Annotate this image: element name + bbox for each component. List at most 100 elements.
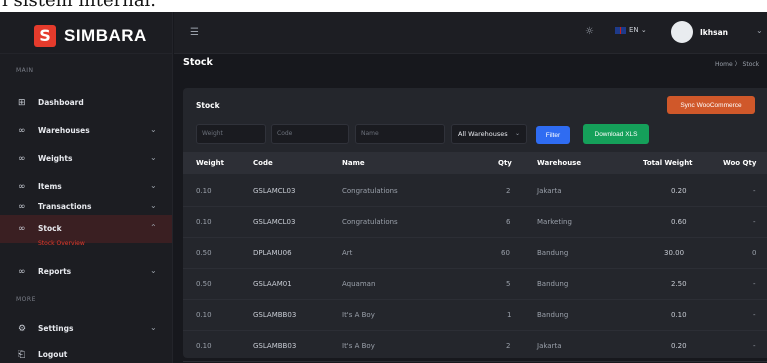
cell-name: Aquaman — [342, 280, 376, 288]
cell-qty: 60 — [501, 249, 510, 257]
breadcrumb[interactable]: Home 〉 Stock — [715, 59, 759, 68]
column-header-name[interactable]: Name — [342, 159, 365, 167]
cell-name: It's A Boy — [342, 311, 375, 319]
chevron-down-icon: ⌄ — [150, 323, 157, 332]
chevron-down-icon: ⌄ — [150, 125, 157, 134]
column-header-code[interactable]: Code — [253, 159, 273, 167]
logo-icon: S — [34, 25, 56, 47]
chevron-down-icon[interactable]: ⌄ — [756, 26, 763, 35]
chevron-up-icon: ⌃ — [150, 223, 157, 232]
cell-woo-qty: - — [753, 187, 756, 195]
table-row: 0.10 GSLAMCL03 Congratulations 2 Jakarta… — [183, 176, 767, 207]
document-text-strip: i sistem internal. — [0, 0, 767, 12]
cell-code: DPLAMU06 — [253, 249, 292, 257]
chevron-down-icon: ⌄ — [514, 130, 520, 137]
column-header-warehouse[interactable]: Warehouse — [537, 159, 581, 167]
cell-warehouse: Bandung — [537, 249, 569, 257]
cell-warehouse: Marketing — [537, 218, 572, 226]
sidebar-item-weights[interactable]: ∞ Weights ⌄ — [0, 145, 172, 173]
cell-weight: 0.50 — [196, 280, 212, 288]
cell-woo-qty: - — [753, 280, 756, 288]
items-icon: ∞ — [18, 182, 26, 192]
sidebar-item-label: Weights — [38, 154, 73, 163]
name-filter-input[interactable]: Name — [355, 124, 445, 144]
sidebar-item-label: Dashboard — [38, 98, 84, 107]
cell-qty: 1 — [507, 311, 512, 319]
sidebar-subitem-stock-overview[interactable]: Stock Overview — [38, 240, 85, 247]
weight-icon: ∞ — [18, 154, 26, 164]
user-name[interactable]: Ikhsan — [700, 28, 728, 37]
top-bar: ☰ ☼ EN ⌄ Ikhsan ⌄ — [174, 12, 767, 54]
sidebar-item-settings[interactable]: ⚙ Settings ⌄ — [0, 315, 172, 343]
code-filter-input[interactable]: Code — [271, 124, 349, 144]
sync-woocommerce-button[interactable]: Sync WooCommerce — [667, 96, 755, 114]
cell-warehouse: Jakarta — [537, 342, 562, 350]
chevron-down-icon: ⌄ — [150, 153, 157, 162]
sidebar-item-label: Items — [38, 182, 62, 191]
cell-code: GSLAMBB03 — [253, 342, 297, 350]
section-label-more: MORE — [16, 296, 36, 303]
cell-total-weight: 0.60 — [671, 218, 687, 226]
sidebar-item-logout[interactable]: ⎗ Logout — [0, 341, 172, 363]
warehouse-icon: ∞ — [18, 126, 26, 136]
cell-code: GSLAAM01 — [253, 280, 292, 288]
cell-weight: 0.10 — [196, 218, 212, 226]
cell-weight: 0.10 — [196, 342, 212, 350]
sidebar-item-warehouses[interactable]: ∞ Warehouses ⌄ — [0, 117, 172, 145]
cell-weight: 0.10 — [196, 311, 212, 319]
brand[interactable]: S SIMBARA — [0, 12, 173, 54]
menu-toggle-icon[interactable]: ☰ — [190, 27, 199, 38]
sidebar-item-label: Transactions — [38, 202, 92, 211]
chevron-down-icon: ⌄ — [150, 266, 157, 275]
uk-flag-icon — [615, 26, 626, 34]
avatar[interactable] — [671, 21, 693, 43]
cell-name: It's A Boy — [342, 342, 375, 350]
transactions-icon: ∞ — [18, 202, 26, 212]
theme-toggle-icon[interactable]: ☼ — [585, 26, 594, 37]
reports-icon: ∞ — [18, 267, 26, 277]
sidebar: S SIMBARA MAIN ⊞ Dashboard ∞ Warehouses … — [0, 12, 173, 363]
download-xls-button[interactable]: Download XLS — [583, 124, 649, 144]
column-header-total-weight[interactable]: Total Weight — [643, 159, 693, 167]
section-label-main: MAIN — [16, 67, 34, 74]
page-title: Stock — [183, 57, 213, 68]
cell-qty: 2 — [506, 187, 511, 195]
grid-icon: ⊞ — [18, 98, 26, 108]
cell-weight: 0.10 — [196, 187, 212, 195]
table-row: 0.10 GSLAMBB03 It's A Boy 2 Jakarta 0.20… — [183, 331, 767, 362]
filter-button[interactable]: Filter — [536, 126, 570, 144]
cell-warehouse: Bandung — [537, 311, 569, 319]
cell-qty: 2 — [506, 342, 511, 350]
table-row: 0.10 GSLAMCL03 Congratulations 6 Marketi… — [183, 207, 767, 238]
cell-code: GSLAMCL03 — [253, 218, 296, 226]
sidebar-item-stock[interactable]: ∞ Stock ⌃ — [0, 215, 172, 243]
chevron-down-icon: ⌄ — [150, 201, 157, 210]
cell-total-weight: 0.20 — [671, 187, 687, 195]
table-header: Weight Code Name Qty Warehouse Total Wei… — [183, 152, 767, 174]
weight-filter-input[interactable]: Weight — [196, 124, 266, 144]
cell-total-weight: 0.10 — [671, 311, 687, 319]
sidebar-item-reports[interactable]: ∞ Reports ⌄ — [0, 258, 172, 286]
document-text: i sistem internal. — [2, 0, 157, 11]
logout-icon: ⎗ — [18, 350, 26, 360]
column-header-woo-qty[interactable]: Woo Qty — [723, 159, 756, 167]
language-code: EN — [629, 26, 639, 34]
cell-warehouse: Jakarta — [537, 187, 562, 195]
sidebar-item-label: Settings — [38, 324, 74, 333]
table-row: 0.50 GSLAAM01 Aquaman 5 Bandung 2.50 - — [183, 269, 767, 300]
language-selector[interactable]: EN ⌄ — [615, 26, 647, 34]
sidebar-item-label: Logout — [38, 350, 68, 359]
cell-total-weight: 30.00 — [664, 249, 685, 257]
sidebar-item-dashboard[interactable]: ⊞ Dashboard — [0, 89, 172, 117]
cell-warehouse: Bandung — [537, 280, 569, 288]
column-header-weight[interactable]: Weight — [196, 159, 224, 167]
cell-woo-qty: - — [753, 218, 756, 226]
cell-code: GSLAMCL03 — [253, 187, 296, 195]
cell-qty: 5 — [506, 280, 511, 288]
column-header-qty[interactable]: Qty — [498, 159, 512, 167]
warehouse-select[interactable]: All Warehouses ⌄ — [451, 124, 527, 144]
table-row: 0.10 GSLAMBB03 It's A Boy 1 Bandung 0.10… — [183, 300, 767, 331]
cell-total-weight: 0.20 — [671, 342, 687, 350]
cell-qty: 6 — [506, 218, 511, 226]
cell-name: Congratulations — [342, 187, 398, 195]
